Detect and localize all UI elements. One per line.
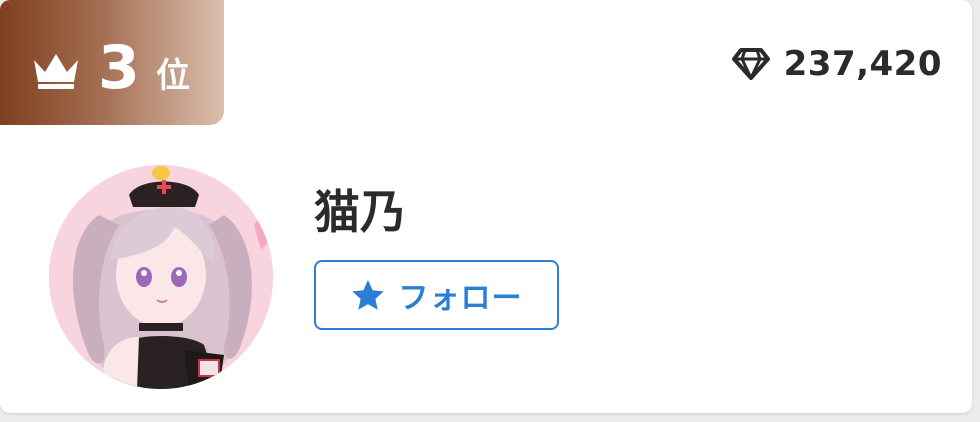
rank-number: 3 — [98, 33, 140, 103]
star-icon — [351, 280, 384, 310]
avatar-image — [49, 165, 273, 389]
ranking-card: 3 位 237,420 猫乃 フォロー — [0, 0, 972, 413]
user-name[interactable]: 猫乃 — [314, 182, 406, 242]
rank-badge: 3 位 — [0, 0, 224, 125]
score: 237,420 — [731, 42, 942, 86]
follow-label: フォロー — [398, 282, 523, 315]
follow-button[interactable]: フォロー — [314, 260, 559, 330]
rank-suffix: 位 — [156, 56, 190, 96]
crown-icon — [34, 54, 78, 89]
score-value: 237,420 — [783, 44, 942, 84]
avatar[interactable] — [49, 165, 273, 389]
diamond-icon — [731, 48, 770, 80]
